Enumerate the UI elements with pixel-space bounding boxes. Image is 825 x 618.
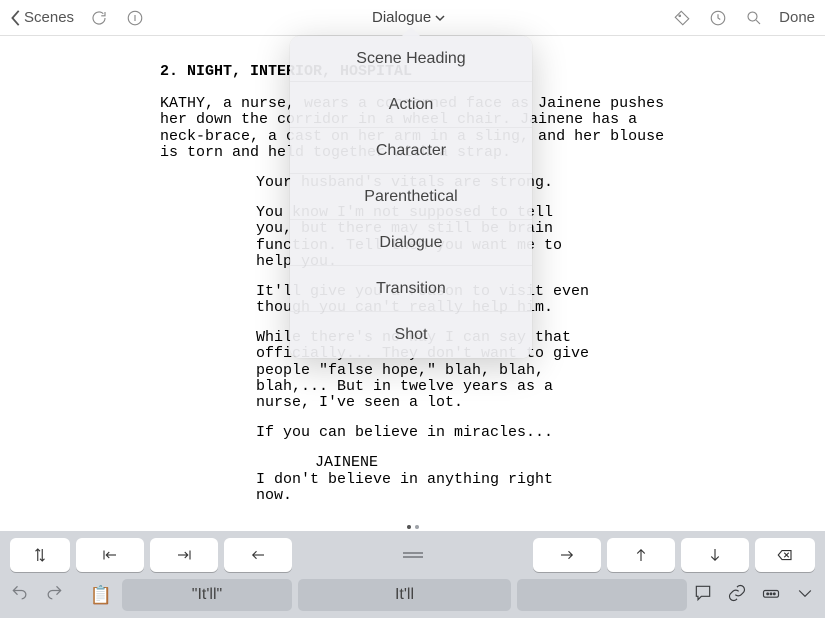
arrow-bar-left-icon <box>101 546 119 564</box>
arrow-bar-right-icon <box>175 546 193 564</box>
dismiss-keyboard-button[interactable] <box>795 583 815 608</box>
chevron-down-icon <box>795 583 815 603</box>
drag-handle[interactable] <box>298 550 527 560</box>
cursor-word-right-key[interactable] <box>150 538 218 572</box>
undo-button[interactable] <box>10 583 30 608</box>
sync-icon <box>90 9 108 27</box>
cursor-down-key[interactable] <box>681 538 749 572</box>
swap-icon <box>31 546 49 564</box>
prediction-3[interactable] <box>517 579 687 611</box>
chevron-down-icon <box>435 13 445 23</box>
arrow-up-icon <box>632 546 650 564</box>
history-button[interactable] <box>707 7 729 29</box>
clock-icon <box>709 9 727 27</box>
dropdown-item-dialogue[interactable]: Dialogue <box>290 220 532 266</box>
more-dots-icon <box>761 583 781 603</box>
undo-icon <box>10 583 30 603</box>
chevron-left-icon <box>10 9 22 27</box>
clipboard-button[interactable]: 📋 <box>86 580 116 610</box>
insert-placeholder-button[interactable] <box>124 7 146 29</box>
search-button[interactable] <box>743 7 765 29</box>
link-icon <box>727 583 747 603</box>
back-label: Scenes <box>24 9 74 26</box>
tag-button[interactable] <box>671 7 693 29</box>
grip-icon <box>401 550 425 560</box>
dropdown-item-parenthetical[interactable]: Parenthetical <box>290 174 532 220</box>
character-name: JAINENE <box>315 455 700 471</box>
arrow-down-icon <box>706 546 724 564</box>
dialogue-block: I don't believe in anything right now. <box>256 472 596 504</box>
done-button[interactable]: Done <box>779 9 815 26</box>
element-type-selector[interactable]: Dialogue <box>372 9 445 26</box>
cursor-left-key[interactable] <box>224 538 292 572</box>
format-key-row <box>0 531 825 578</box>
cursor-word-left-key[interactable] <box>76 538 144 572</box>
search-icon <box>745 9 763 27</box>
arrow-right-icon <box>558 546 576 564</box>
redo-icon <box>44 583 64 603</box>
delete-key[interactable] <box>755 538 815 572</box>
prediction-row: 📋 "It'll" It'll <box>0 578 825 618</box>
dropdown-item-shot[interactable]: Shot <box>290 312 532 358</box>
backspace-icon <box>776 546 794 564</box>
more-keys-button[interactable] <box>761 583 781 608</box>
back-button[interactable]: Scenes <box>10 9 74 27</box>
element-type-label: Dialogue <box>372 9 431 26</box>
circle-i-icon <box>126 9 144 27</box>
dual-mode-key[interactable] <box>10 538 70 572</box>
dropdown-item-action[interactable]: Action <box>290 82 532 128</box>
prediction-2[interactable]: It'll <box>298 579 511 611</box>
cursor-up-key[interactable] <box>607 538 675 572</box>
arrow-left-icon <box>249 546 267 564</box>
keyboard-accessory: 📋 "It'll" It'll <box>0 531 825 618</box>
element-type-dropdown: Scene Heading Action Character Parenthet… <box>290 36 532 358</box>
prediction-1[interactable]: "It'll" <box>122 579 292 611</box>
dropdown-item-character[interactable]: Character <box>290 128 532 174</box>
dialogue-block: If you can believe in miracles... <box>256 425 596 441</box>
sync-button[interactable] <box>88 7 110 29</box>
dropdown-item-transition[interactable]: Transition <box>290 266 532 312</box>
dropdown-item-scene-heading[interactable]: Scene Heading <box>290 36 532 82</box>
redo-button[interactable] <box>44 583 64 608</box>
comment-button[interactable] <box>693 583 713 608</box>
link-button[interactable] <box>727 583 747 608</box>
speech-bubble-icon <box>693 583 713 603</box>
page-indicator <box>407 525 419 529</box>
tag-icon <box>673 9 691 27</box>
cursor-right-key[interactable] <box>533 538 601 572</box>
